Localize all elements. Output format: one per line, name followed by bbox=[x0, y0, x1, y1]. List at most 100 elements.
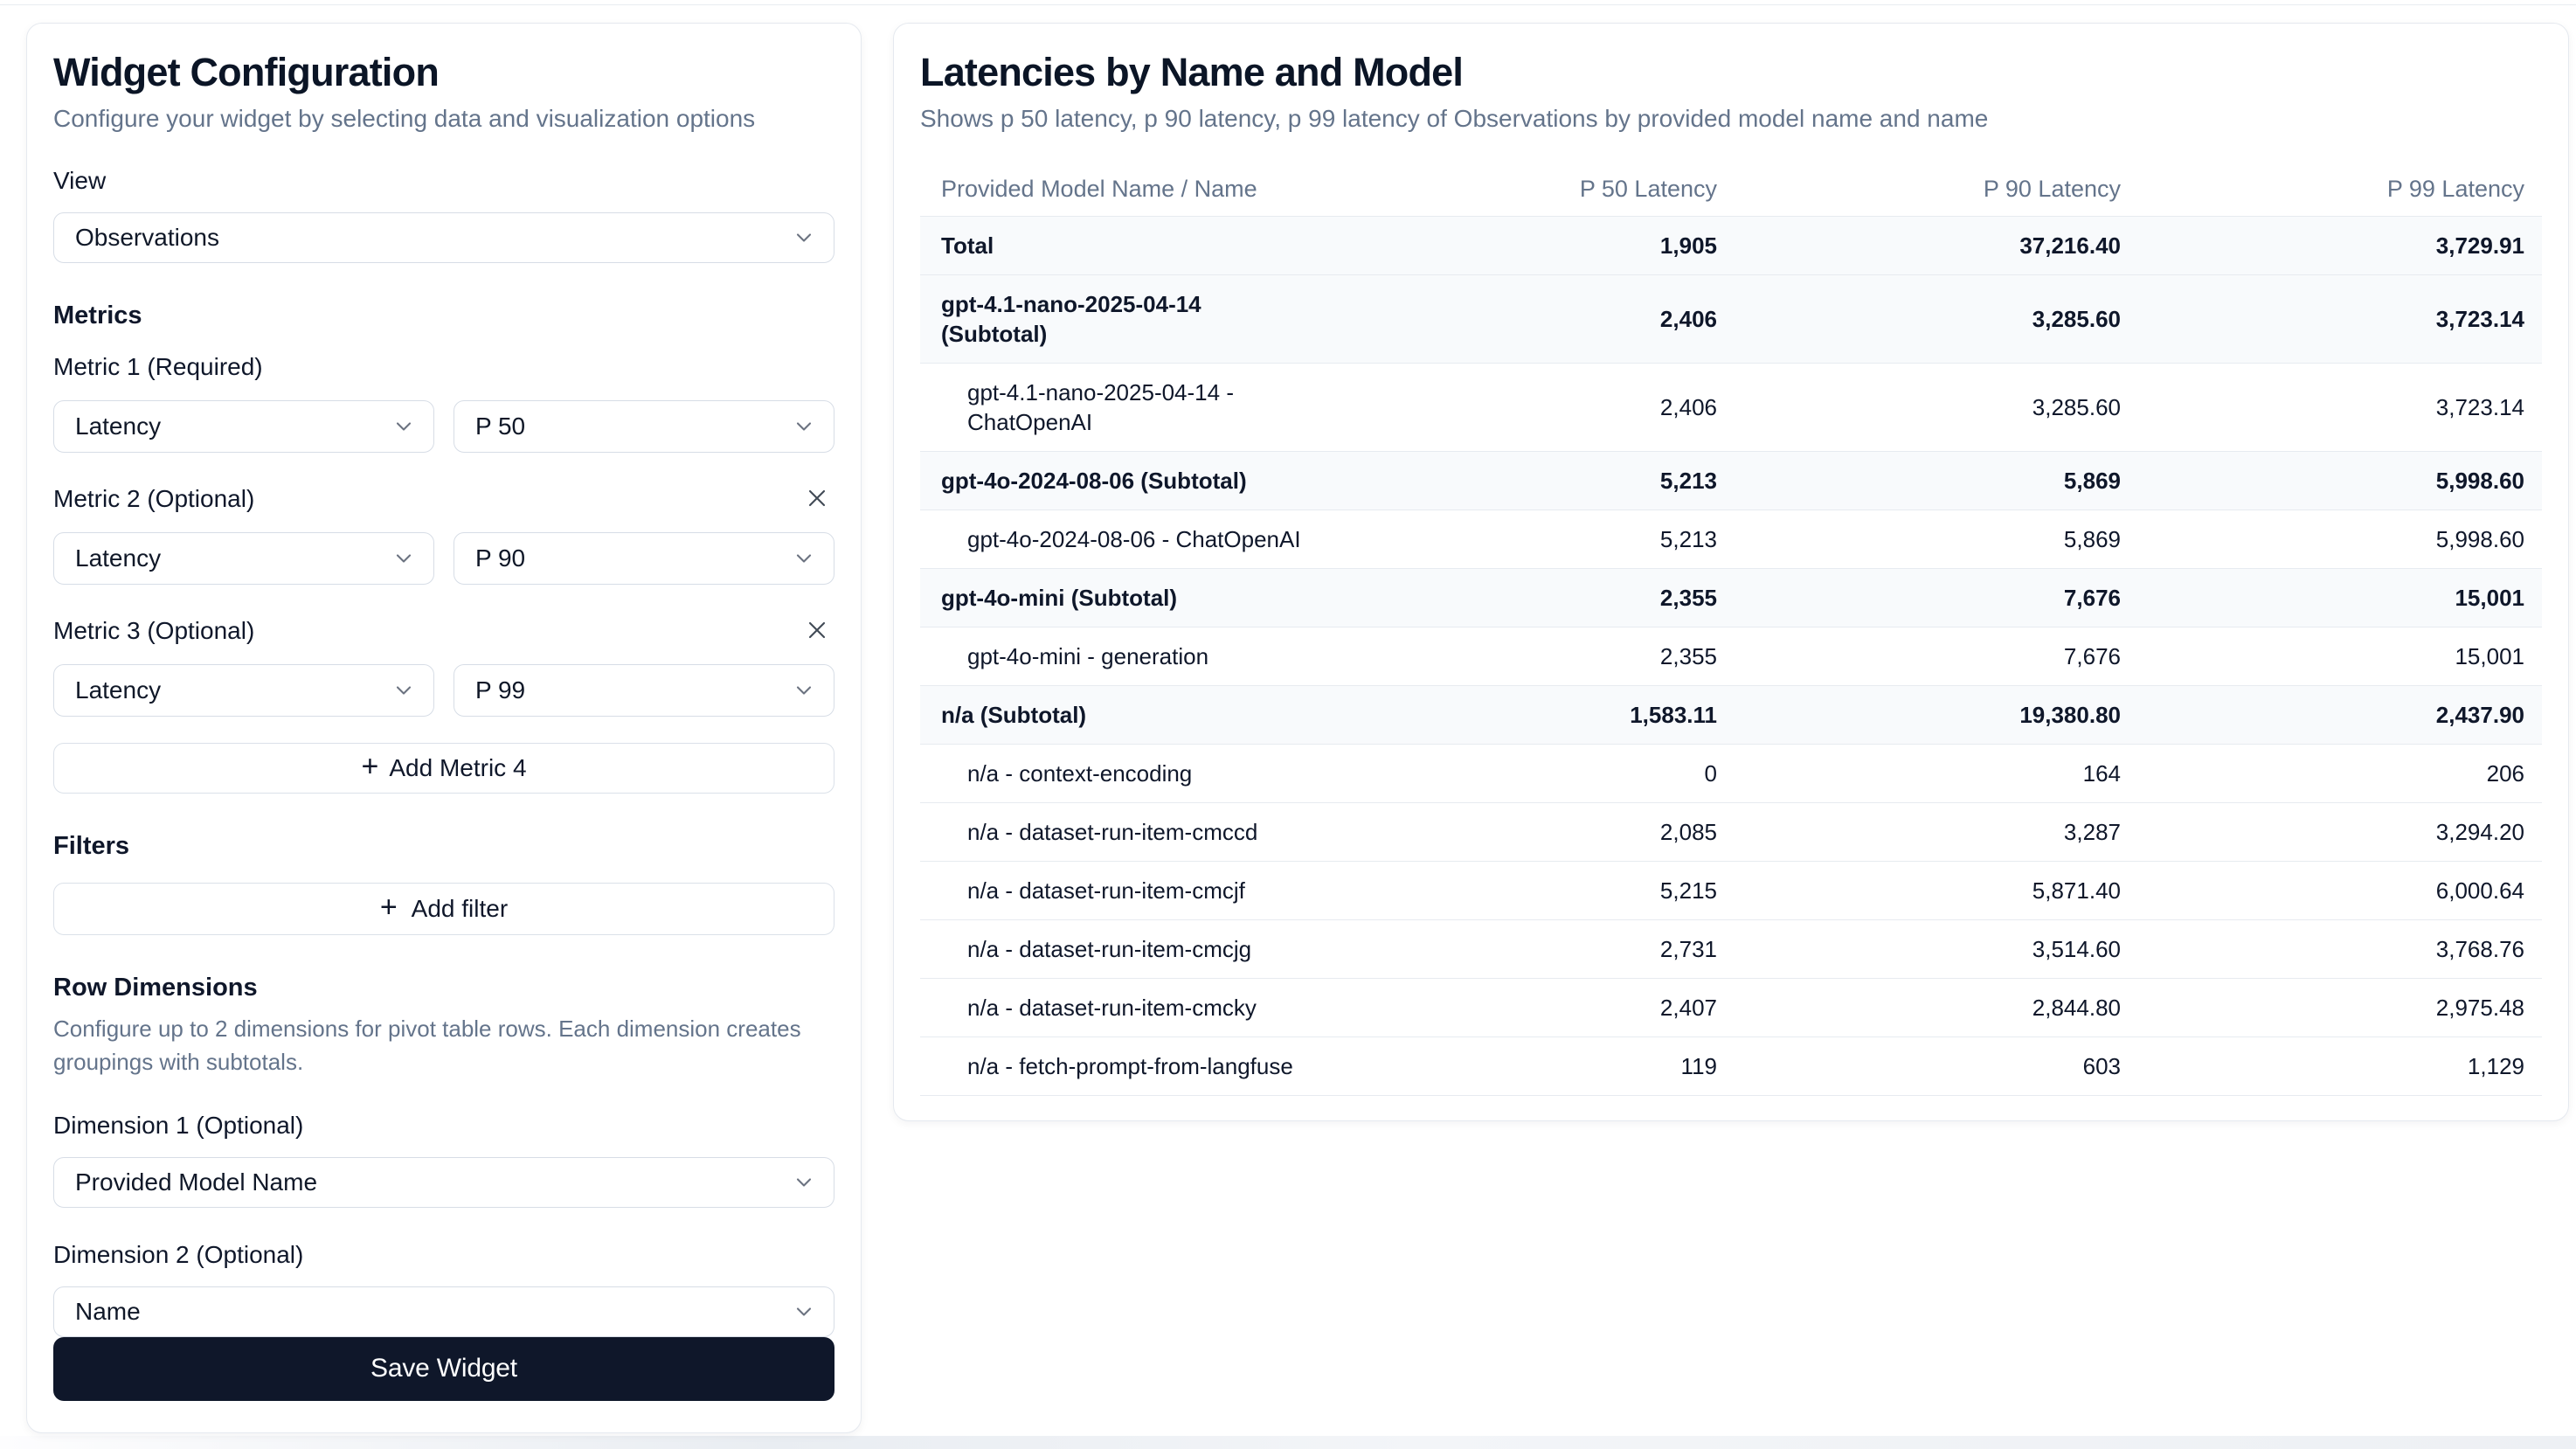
metric-3-measure-select[interactable]: Latency bbox=[53, 664, 434, 717]
row-value: 6,000.64 bbox=[2138, 862, 2542, 919]
row-value: 1,905 bbox=[1331, 217, 1735, 274]
row-value: 5,215 bbox=[1331, 862, 1735, 919]
x-icon bbox=[803, 484, 831, 515]
table-row: n/a (Subtotal)1,583.1119,380.802,437.90 bbox=[920, 686, 2542, 745]
table-row: gpt-4.1-nano-2025-04-14 (Subtotal)2,4063… bbox=[920, 275, 2542, 364]
row-value: 2,407 bbox=[1331, 979, 1735, 1036]
chevron-down-icon bbox=[792, 546, 816, 571]
metric-3-aggregation-select[interactable]: P 99 bbox=[454, 664, 834, 717]
table-row: n/a - dataset-run-item-cmcjf5,2155,871.4… bbox=[920, 862, 2542, 920]
row-value: 1,129 bbox=[2138, 1037, 2542, 1095]
row-label: gpt-4o-2024-08-06 - ChatOpenAI bbox=[920, 510, 1331, 568]
row-value: 119 bbox=[1331, 1037, 1735, 1095]
dimension-1-select[interactable]: Provided Model Name bbox=[53, 1157, 834, 1208]
metric-1-row: Latency P 50 bbox=[53, 400, 834, 453]
view-select[interactable]: Observations bbox=[53, 212, 834, 263]
row-value: 3,287 bbox=[1735, 803, 2138, 861]
widget-preview-panel: Latencies by Name and Model Shows p 50 l… bbox=[893, 23, 2569, 1121]
chevron-down-icon bbox=[792, 225, 816, 250]
metric-2-measure-select[interactable]: Latency bbox=[53, 532, 434, 585]
top-divider bbox=[0, 4, 2576, 5]
dimension-2-label: Dimension 2 (Optional) bbox=[53, 1239, 834, 1271]
metric-3-header: Metric 3 (Optional) bbox=[53, 614, 834, 648]
row-value: 3,285.60 bbox=[1735, 290, 2138, 348]
row-value: 19,380.80 bbox=[1735, 686, 2138, 744]
dimension-2-value: Name bbox=[75, 1298, 141, 1326]
metric-2-measure-value: Latency bbox=[75, 544, 161, 572]
metric-1-label: Metric 1 (Required) bbox=[53, 351, 263, 383]
row-label: gpt-4o-2024-08-06 (Subtotal) bbox=[920, 452, 1331, 510]
metric-1-measure-value: Latency bbox=[75, 413, 161, 440]
metric-3-measure-value: Latency bbox=[75, 676, 161, 704]
row-label: n/a - dataset-run-item-cmcky bbox=[920, 979, 1331, 1036]
remove-metric-3-button[interactable] bbox=[801, 614, 833, 648]
row-label: gpt-4o-mini (Subtotal) bbox=[920, 569, 1331, 627]
row-value: 1,583.11 bbox=[1331, 686, 1735, 744]
table-row: gpt-4o-mini - generation2,3557,67615,001 bbox=[920, 627, 2542, 686]
view-select-value: Observations bbox=[75, 224, 219, 252]
row-value: 2,085 bbox=[1331, 803, 1735, 861]
row-value: 2,844.80 bbox=[1735, 979, 2138, 1036]
filters-section-label: Filters bbox=[53, 830, 834, 862]
metric-1-aggregation-select[interactable]: P 50 bbox=[454, 400, 834, 453]
row-label: n/a - fetch-prompt-from-langfuse bbox=[920, 1037, 1331, 1095]
add-filter-label: Add filter bbox=[412, 895, 509, 923]
table-row: gpt-4o-mini (Subtotal)2,3557,67615,001 bbox=[920, 569, 2542, 627]
table-header-row: Provided Model Name / Name P 50 Latency … bbox=[920, 163, 2542, 217]
plus-icon: + bbox=[361, 753, 378, 780]
row-label: n/a - dataset-run-item-cmcjf bbox=[920, 862, 1331, 919]
row-value: 5,869 bbox=[1735, 510, 2138, 568]
row-value: 2,406 bbox=[1331, 378, 1735, 436]
add-metric-button[interactable]: + Add Metric 4 bbox=[53, 743, 834, 794]
row-value: 5,998.60 bbox=[2138, 510, 2542, 568]
chevron-down-icon bbox=[792, 1300, 816, 1324]
dimension-2-select[interactable]: Name bbox=[53, 1286, 834, 1337]
row-value: 2,731 bbox=[1331, 920, 1735, 978]
row-value: 5,213 bbox=[1331, 510, 1735, 568]
metric-1-header: Metric 1 (Required) bbox=[53, 350, 834, 385]
metric-3-aggregation-value: P 99 bbox=[475, 676, 525, 704]
metric-1-aggregation-value: P 50 bbox=[475, 413, 525, 440]
row-dimensions-description: Configure up to 2 dimensions for pivot t… bbox=[53, 1012, 834, 1078]
preview-title: Latencies by Name and Model bbox=[920, 50, 2542, 95]
dimension-1-label: Dimension 1 (Optional) bbox=[53, 1110, 834, 1141]
panel-subtitle: Configure your widget by selecting data … bbox=[53, 104, 834, 134]
add-filter-button[interactable]: + Add filter bbox=[53, 883, 834, 935]
metric-2-aggregation-select[interactable]: P 90 bbox=[454, 532, 834, 585]
row-value: 2,975.48 bbox=[2138, 979, 2542, 1036]
latency-pivot-table: Provided Model Name / Name P 50 Latency … bbox=[920, 163, 2542, 1096]
row-value: 0 bbox=[1331, 745, 1735, 802]
row-value: 3,294.20 bbox=[2138, 803, 2542, 861]
chevron-down-icon bbox=[391, 546, 416, 571]
row-value: 37,216.40 bbox=[1735, 217, 2138, 274]
column-header-p99: P 99 Latency bbox=[2138, 163, 2542, 216]
row-label: gpt-4o-mini - generation bbox=[920, 627, 1331, 685]
chevron-down-icon bbox=[792, 414, 816, 439]
metric-1-measure-select[interactable]: Latency bbox=[53, 400, 434, 453]
metric-2-row: Latency P 90 bbox=[53, 532, 834, 585]
row-value: 15,001 bbox=[2138, 627, 2542, 685]
page-background-strip bbox=[0, 1436, 2576, 1449]
column-header-p50: P 50 Latency bbox=[1331, 163, 1735, 216]
row-value: 3,729.91 bbox=[2138, 217, 2542, 274]
table-row: gpt-4.1-nano-2025-04-14 - ChatOpenAI2,40… bbox=[920, 364, 2542, 452]
remove-metric-2-button[interactable] bbox=[801, 482, 833, 517]
save-widget-button[interactable]: Save Widget bbox=[53, 1337, 834, 1401]
metric-3-label: Metric 3 (Optional) bbox=[53, 615, 254, 647]
row-value: 15,001 bbox=[2138, 569, 2542, 627]
table-row: gpt-4o-2024-08-06 - ChatOpenAI5,2135,869… bbox=[920, 510, 2542, 569]
row-value: 2,355 bbox=[1331, 569, 1735, 627]
table-row: n/a - dataset-run-item-cmcjg2,7313,514.6… bbox=[920, 920, 2542, 979]
row-value: 164 bbox=[1735, 745, 2138, 802]
add-metric-label: Add Metric 4 bbox=[389, 754, 526, 782]
row-label: n/a - context-encoding bbox=[920, 745, 1331, 802]
row-label: gpt-4.1-nano-2025-04-14 - ChatOpenAI bbox=[920, 364, 1331, 451]
row-value: 2,355 bbox=[1331, 627, 1735, 685]
metrics-section-label: Metrics bbox=[53, 300, 834, 331]
row-value: 7,676 bbox=[1735, 627, 2138, 685]
chevron-down-icon bbox=[792, 678, 816, 703]
row-value: 5,869 bbox=[1735, 452, 2138, 510]
row-value: 603 bbox=[1735, 1037, 2138, 1095]
row-value: 3,768.76 bbox=[2138, 920, 2542, 978]
chevron-down-icon bbox=[391, 678, 416, 703]
